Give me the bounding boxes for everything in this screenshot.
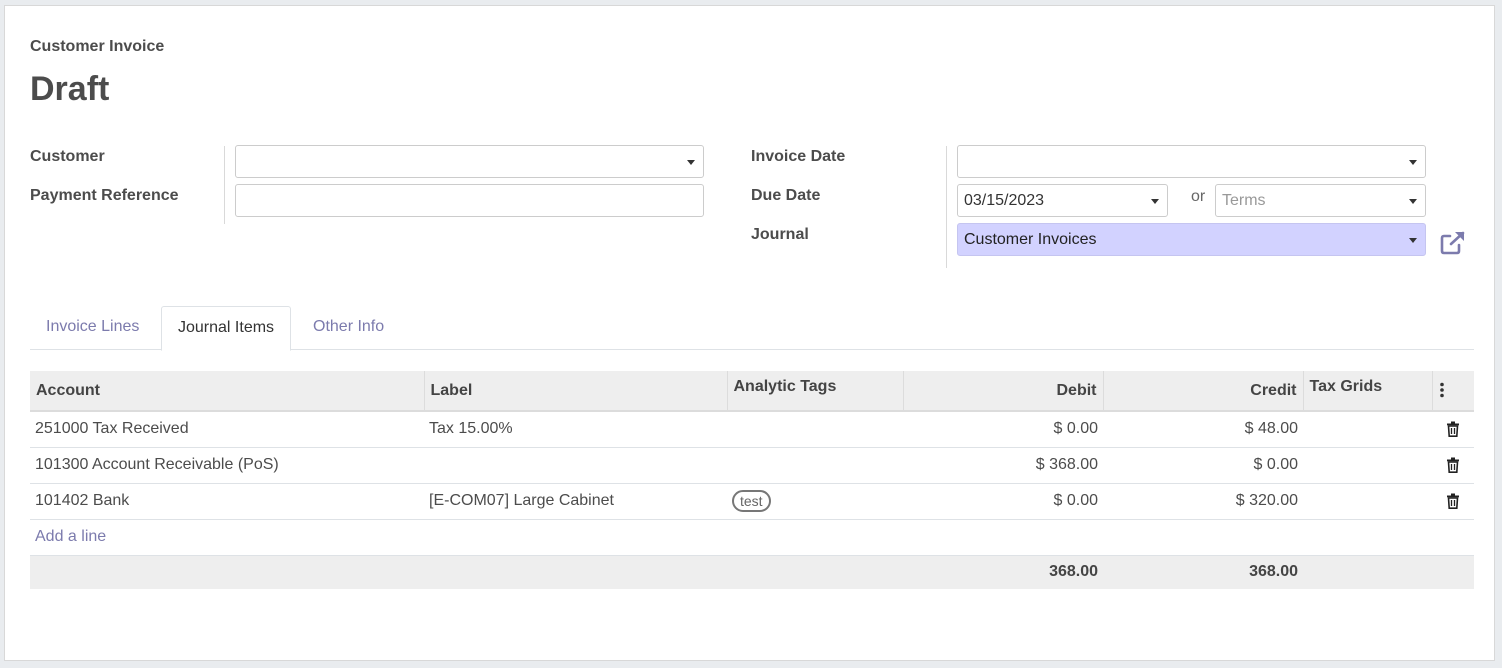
column-header-credit[interactable]: Credit: [1102, 371, 1303, 412]
payment-reference-label: Payment Reference: [30, 187, 179, 204]
caret-down-icon: [1409, 199, 1417, 204]
invoice-date-input[interactable]: [957, 145, 1426, 178]
cell-credit[interactable]: $ 320.00: [1103, 483, 1303, 520]
tab-other-info[interactable]: Other Info: [297, 306, 400, 350]
journal-items-table: Account Label Analytic Tags Debit Credit…: [30, 371, 1474, 589]
due-date-input[interactable]: 03/15/2023: [957, 184, 1168, 217]
customer-label: Customer: [30, 148, 105, 165]
column-header-label[interactable]: Label: [423, 371, 727, 412]
left-group-separator: [224, 146, 225, 224]
cell-debit[interactable]: $ 0.00: [903, 483, 1103, 520]
form-sheet: Customer Invoice Draft Customer Payment …: [4, 5, 1495, 661]
cell-debit[interactable]: $ 368.00: [903, 447, 1103, 484]
journal-select[interactable]: Customer Invoices: [957, 223, 1426, 256]
cell-tax-grids[interactable]: [1303, 447, 1432, 484]
caret-down-icon: [1409, 160, 1417, 165]
cell-account[interactable]: 101300 Account Receivable (PoS): [30, 447, 424, 484]
kebab-menu-icon: [1439, 382, 1444, 398]
cell-label[interactable]: [E-COM07] Large Cabinet: [424, 483, 727, 520]
caret-down-icon: [687, 160, 695, 165]
table-row[interactable]: 251000 Tax Received Tax 15.00% $ 0.00 $ …: [30, 411, 1474, 448]
cell-account[interactable]: 251000 Tax Received: [30, 411, 424, 448]
due-date-value: 03/15/2023: [964, 192, 1045, 209]
invoice-date-label: Invoice Date: [751, 148, 846, 165]
add-line-row: Add a line: [30, 519, 1474, 556]
delete-row-button[interactable]: [1432, 411, 1474, 448]
cell-analytic-tags[interactable]: [727, 411, 903, 448]
payment-reference-input[interactable]: [235, 184, 704, 217]
terms-placeholder: Terms: [1222, 192, 1266, 209]
notebook-tabs: Invoice Lines Journal Items Other Info: [30, 306, 1474, 351]
cell-analytic-tags[interactable]: test: [727, 483, 903, 520]
caret-down-icon: [1409, 238, 1417, 243]
cell-credit[interactable]: $ 48.00: [1103, 411, 1303, 448]
table-header-row: Account Label Analytic Tags Debit Credit…: [30, 371, 1474, 412]
cell-tax-grids[interactable]: [1303, 483, 1432, 520]
external-link-icon[interactable]: [1439, 230, 1469, 256]
delete-row-button[interactable]: [1432, 483, 1474, 520]
cell-analytic-tags[interactable]: [727, 447, 903, 484]
trash-icon: [1447, 493, 1459, 509]
totals-row: 368.00 368.00: [30, 555, 1474, 589]
column-header-debit[interactable]: Debit: [902, 371, 1103, 412]
column-header-account[interactable]: Account: [30, 371, 424, 412]
column-options-button[interactable]: [1431, 371, 1474, 412]
caret-down-icon: [1151, 199, 1159, 204]
cell-label[interactable]: Tax 15.00%: [424, 411, 727, 448]
table-row[interactable]: 101402 Bank [E-COM07] Large Cabinet test…: [30, 483, 1474, 520]
or-text: or: [1191, 188, 1206, 205]
cell-credit[interactable]: $ 0.00: [1103, 447, 1303, 484]
cell-account[interactable]: 101402 Bank: [30, 483, 424, 520]
column-header-tax-grids[interactable]: Tax Grids: [1302, 371, 1432, 412]
column-header-analytic-tags[interactable]: Analytic Tags: [726, 371, 903, 412]
journal-value: Customer Invoices: [964, 231, 1097, 248]
journal-label: Journal: [751, 226, 809, 243]
total-debit: 368.00: [903, 555, 1103, 589]
table-row[interactable]: 101300 Account Receivable (PoS) $ 368.00…: [30, 447, 1474, 484]
document-state-title: Draft: [30, 70, 110, 108]
analytic-tag-badge[interactable]: test: [732, 490, 771, 512]
cell-debit[interactable]: $ 0.00: [903, 411, 1103, 448]
tab-invoice-lines[interactable]: Invoice Lines: [30, 306, 155, 350]
cell-tax-grids[interactable]: [1303, 411, 1432, 448]
trash-icon: [1447, 457, 1459, 473]
add-line-link[interactable]: Add a line: [30, 519, 1474, 556]
document-type: Customer Invoice: [30, 38, 165, 55]
right-group-separator: [946, 146, 947, 268]
customer-select[interactable]: [235, 145, 704, 178]
delete-row-button[interactable]: [1432, 447, 1474, 484]
due-date-label: Due Date: [751, 187, 821, 204]
total-credit: 368.00: [1103, 555, 1303, 589]
cell-label[interactable]: [424, 447, 727, 484]
payment-terms-select[interactable]: Terms: [1215, 184, 1426, 217]
trash-icon: [1447, 421, 1459, 438]
tab-journal-items[interactable]: Journal Items: [161, 306, 292, 351]
